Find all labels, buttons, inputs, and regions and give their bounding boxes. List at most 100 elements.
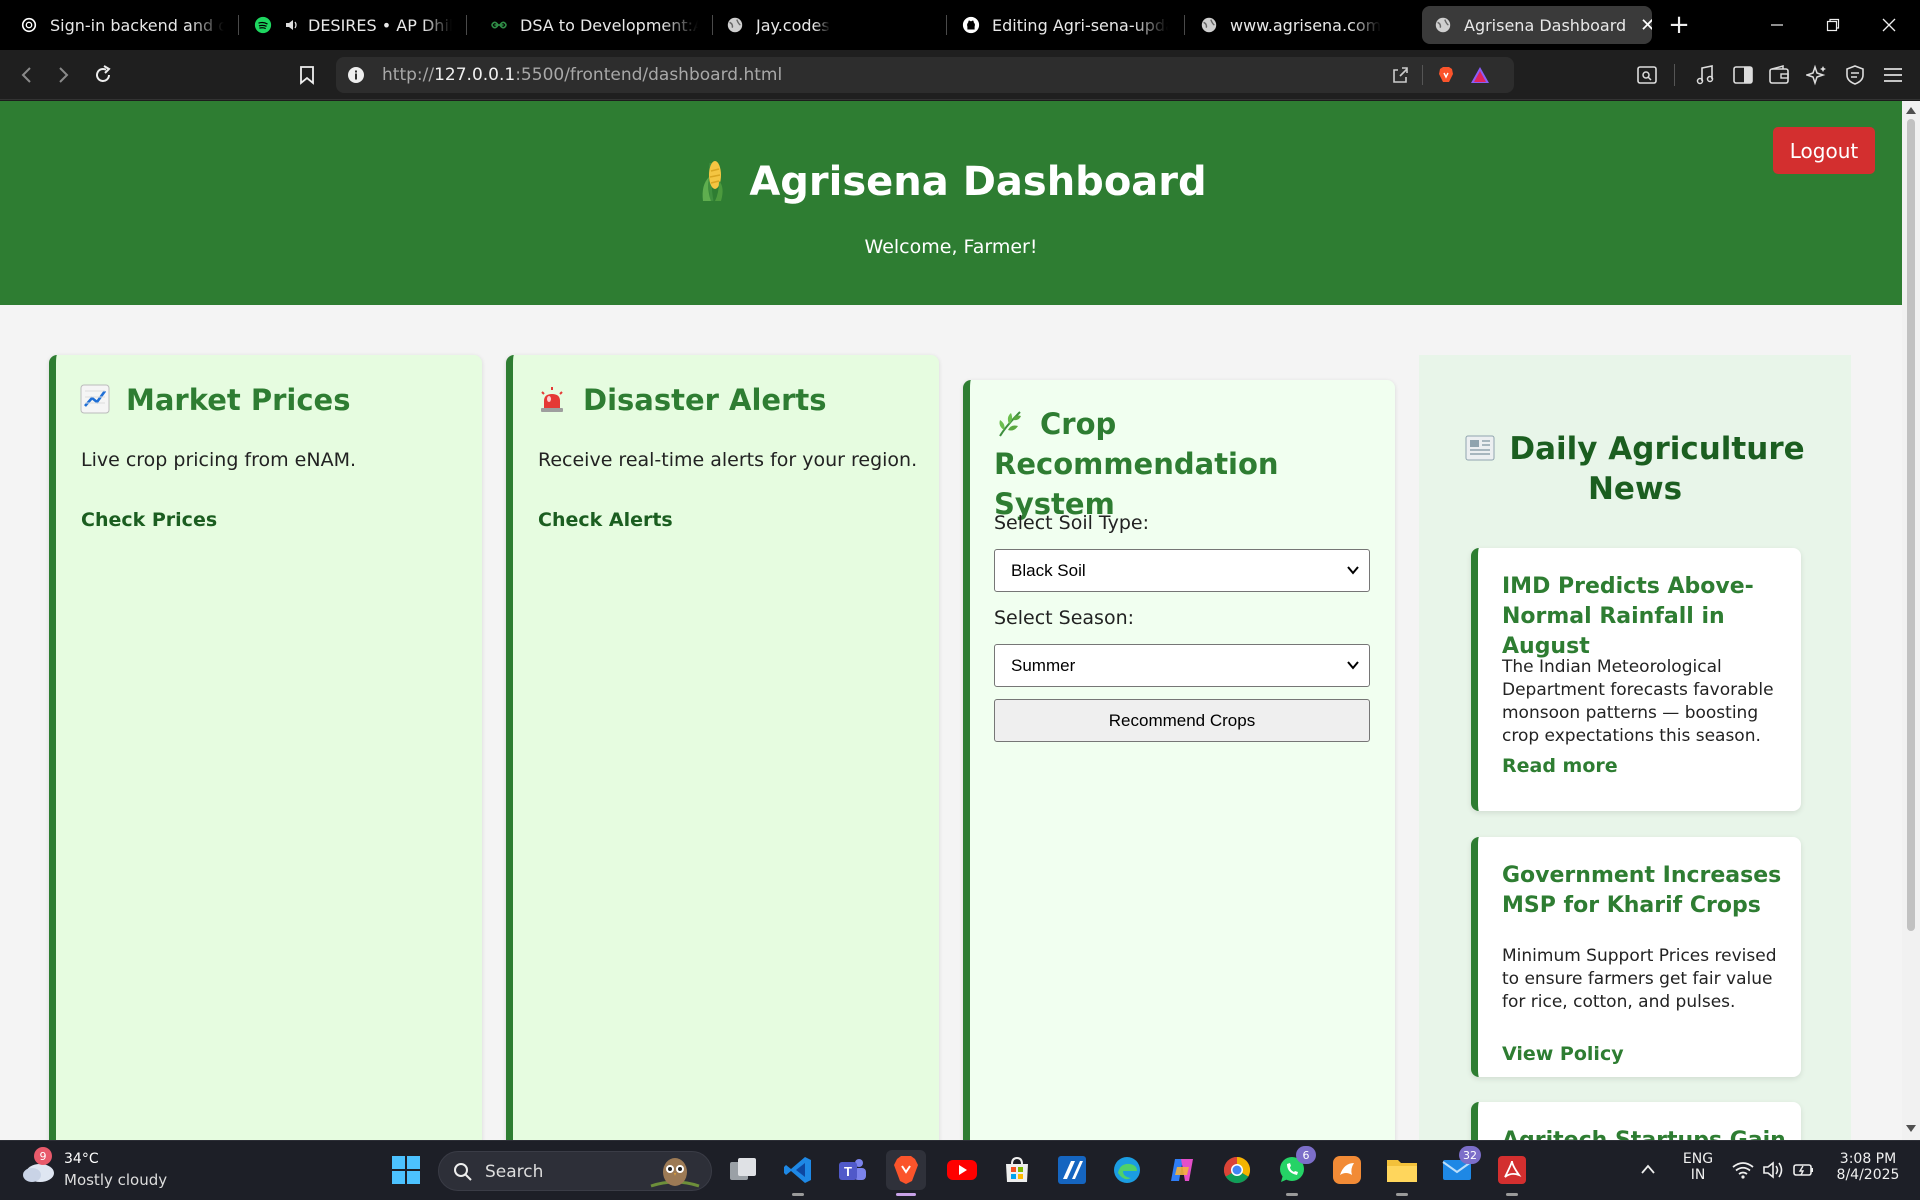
volume-icon[interactable] [1762,1161,1784,1179]
tab-spotify[interactable]: DESIRES • AP Dhillon, G [242,6,464,44]
weather-description: Mostly cloudy [64,1171,168,1189]
tab-github[interactable]: Editing Agri-sena-updates [950,6,1180,44]
tab-title: Agrisena Dashboard [1464,15,1627,35]
weather-widget[interactable]: 9 34°C Mostly cloudy [20,1147,200,1193]
market-prices-card: Market Prices Live crop pricing from eNA… [49,355,482,1140]
clock[interactable]: 3:08 PM 8/4/2025 [1830,1151,1906,1183]
taskbar-copilot[interactable] [1162,1150,1202,1190]
new-tab-button[interactable]: + [1652,0,1706,50]
tab-chatgpt[interactable]: Sign-in backend and dash [8,6,236,44]
taskbar-chrome[interactable] [1217,1150,1257,1190]
card-title-line-1: Crop Recommendation [994,407,1279,481]
leo-ai-icon[interactable] [1806,64,1828,86]
running-indicator [1506,1193,1518,1196]
check-prices-link[interactable]: Check Prices [81,509,217,531]
read-more-link[interactable]: Read more [1502,755,1618,777]
scroll-up-arrow[interactable] [1906,107,1916,114]
chevron-up-icon[interactable] [1640,1163,1656,1175]
tab-jaycodes[interactable]: Jay.codes [714,6,944,44]
tab-separator [712,15,713,35]
season-select[interactable]: Summer [994,644,1370,687]
share-icon[interactable] [1390,65,1410,85]
news-body: Minimum Support Prices revised to ensure… [1502,946,1777,1012]
news-headline[interactable]: Government Increases MSP for Kharif Crop… [1502,861,1792,921]
info-icon[interactable] [346,65,366,85]
taskbar-acrobat[interactable] [1492,1150,1532,1196]
menu-icon[interactable] [1882,64,1904,86]
taskbar-mail[interactable]: 32 [1437,1146,1481,1190]
tab-title: www.agrisena.com [1230,15,1382,35]
weather-temperature: 34°C [64,1151,99,1167]
tab-separator [1184,15,1185,35]
crop-recommendation-card: Crop Recommendation System Select Soil Ty… [963,380,1395,1140]
task-view-button[interactable] [723,1150,763,1190]
address-bar[interactable]: http://127.0.0.1:5500/frontend/dashboard… [336,57,1514,93]
brave-shields-icon[interactable] [1436,65,1456,85]
recommend-crops-button[interactable]: Recommend Crops [994,699,1370,742]
corn-icon [702,161,723,201]
page-title-text: Agrisena Dashboard [749,159,1207,205]
news-headline[interactable]: Agritech Startups Gain [1502,1126,1792,1140]
globe-icon [1435,17,1451,33]
taskbar-search[interactable]: Search [438,1151,712,1191]
taskbar-vscode[interactable] [778,1150,818,1196]
music-note-icon[interactable] [1694,64,1716,86]
battery-icon[interactable] [1792,1161,1816,1179]
language-indicator[interactable]: ENG IN [1680,1151,1716,1183]
url-text[interactable]: http://127.0.0.1:5500/frontend/dashboard… [382,65,782,85]
news-body: The Indian Meteorological Department for… [1502,657,1774,746]
taskbar-store[interactable] [997,1150,1037,1190]
news-card: Agritech Startups Gain [1471,1102,1801,1140]
url-path: :5500/frontend/dashboard.html [515,65,783,85]
running-indicator [1396,1193,1408,1196]
taskbar-file-explorer[interactable] [1382,1150,1422,1196]
back-button[interactable] [12,60,42,90]
folder-icon [1387,1160,1417,1182]
close-window-button[interactable] [1862,0,1916,50]
notification-badge: 6 [1296,1146,1316,1164]
reload-button[interactable] [88,60,118,90]
tab-agrisena-dashboard[interactable]: Agrisena Dashboard ✕ [1422,6,1652,44]
language-code: ENG [1682,1151,1714,1167]
scroll-down-arrow[interactable] [1906,1125,1916,1132]
owl-search-highlight-icon [650,1158,700,1188]
taskbar-app-orange[interactable] [1327,1150,1367,1190]
clock-time: 3:08 PM [1839,1151,1897,1167]
vpn-shield-icon[interactable] [1844,64,1866,86]
tab-agrisena-site[interactable]: www.agrisena.com [1188,6,1418,44]
forward-button[interactable] [48,60,78,90]
wallet-icon[interactable] [1768,64,1790,86]
tab-gfg[interactable]: DSA to Development:A Co [478,6,710,44]
taskbar-teams[interactable]: T [832,1150,872,1190]
news-title-line-2: News [1587,471,1683,507]
taskbar-brave[interactable] [886,1150,926,1196]
card-title-text: Market Prices [126,383,351,417]
close-tab-icon[interactable]: ✕ [1626,15,1652,36]
taskbar-app-blue[interactable] [1052,1150,1092,1190]
news-headline[interactable]: IMD Predicts Above-Normal Rainfall in Au… [1502,572,1792,662]
minimize-button[interactable] [1750,0,1804,50]
view-policy-link[interactable]: View Policy [1502,1043,1624,1065]
taskbar-edge[interactable] [1107,1150,1147,1190]
start-button[interactable] [386,1150,426,1190]
speaker-icon[interactable] [284,17,300,33]
page-scrollbar[interactable] [1902,101,1920,1140]
tab-title: Jay.codes [756,15,830,35]
wifi-icon[interactable] [1732,1161,1754,1179]
minimize-icon [1771,24,1783,26]
scrollbar-thumb[interactable] [1907,119,1915,931]
running-indicator [792,1193,804,1196]
bookmark-button[interactable] [292,60,322,90]
card-title-text: Disaster Alerts [583,383,827,417]
taskbar-whatsapp[interactable]: 6 [1272,1146,1316,1196]
logout-button[interactable]: Logout [1773,127,1875,174]
soil-type-select[interactable]: Black Soil [994,549,1370,592]
sidebar-icon[interactable] [1732,64,1754,86]
reader-mode-icon[interactable] [1636,64,1658,86]
restore-icon [1826,18,1840,32]
taskbar-youtube[interactable] [942,1150,982,1190]
brave-rewards-icon[interactable] [1470,65,1490,85]
restore-button[interactable] [1806,0,1860,50]
season-label: Select Season: [994,607,1135,629]
check-alerts-link[interactable]: Check Alerts [538,509,673,531]
